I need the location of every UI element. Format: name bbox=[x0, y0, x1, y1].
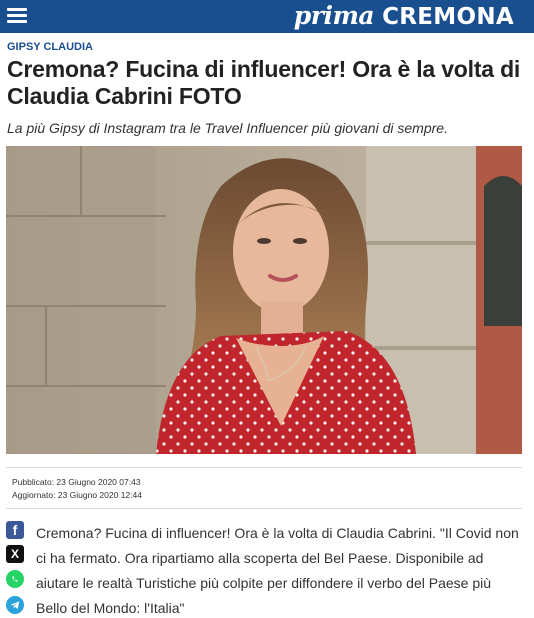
article-category-link[interactable]: GIPSY CLAUDIA bbox=[7, 41, 93, 53]
top-navigation-bar: prima CREMONA bbox=[0, 0, 534, 33]
article-title: Cremona? Fucina di influencer! Ora è la … bbox=[7, 56, 521, 109]
article-hero-image bbox=[6, 146, 522, 454]
article-subtitle: La più Gipsy di Instagram tra le Travel … bbox=[7, 120, 448, 136]
logo-city-text: CREMONA bbox=[382, 4, 514, 30]
whatsapp-icon[interactable] bbox=[6, 570, 24, 588]
article-body: Cremona? Fucina di influencer! Ora è la … bbox=[36, 525, 519, 616]
x-icon[interactable]: X bbox=[6, 545, 24, 563]
x-glyph: X bbox=[10, 547, 19, 561]
published-date: Pubblicato: 23 Giugno 2020 07:43 bbox=[12, 477, 141, 487]
article-dates: Pubblicato: 23 Giugno 2020 07:43 Aggiorn… bbox=[6, 467, 522, 509]
site-logo[interactable]: prima CREMONA bbox=[294, 1, 514, 32]
facebook-glyph: f bbox=[12, 522, 18, 538]
logo-prima-text: prima bbox=[293, 1, 375, 30]
updated-date: Aggiornato: 23 Giugno 2020 12:44 bbox=[12, 490, 142, 500]
telegram-icon[interactable] bbox=[6, 596, 24, 614]
hamburger-menu-icon[interactable] bbox=[7, 7, 27, 26]
facebook-icon[interactable]: f bbox=[6, 521, 24, 539]
